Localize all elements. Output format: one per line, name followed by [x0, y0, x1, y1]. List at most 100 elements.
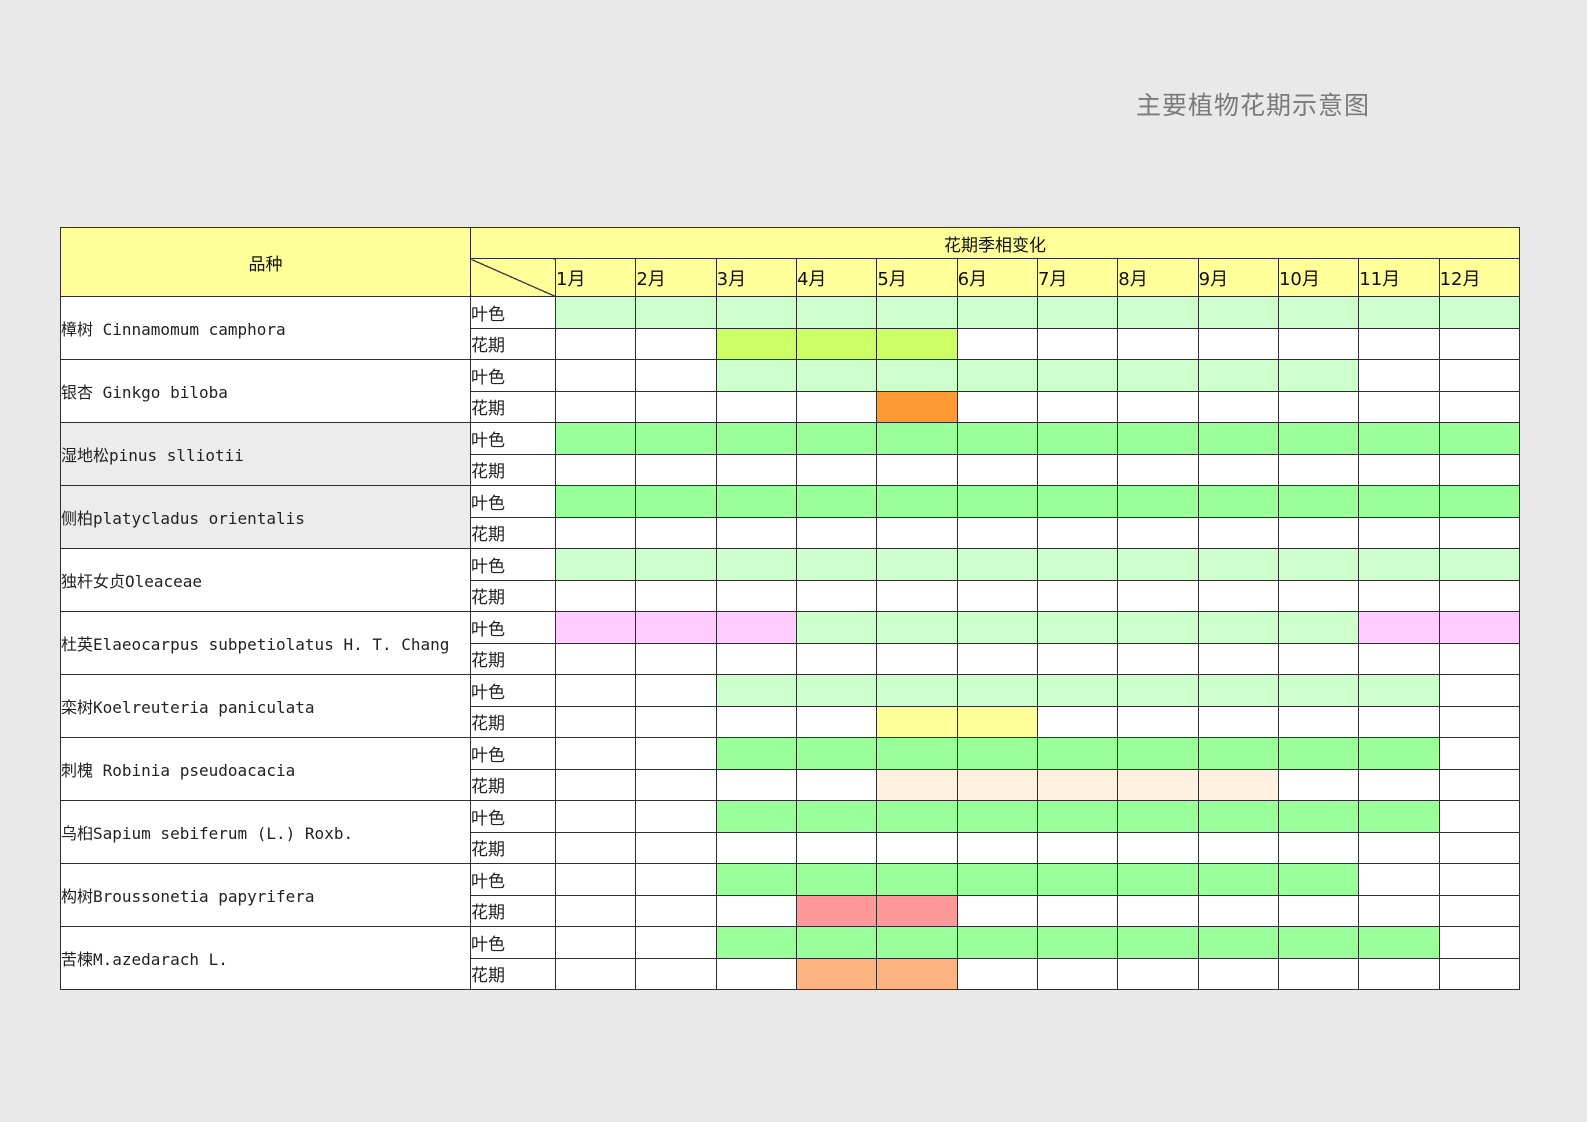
leaf-color-cell: [1358, 737, 1440, 770]
flowering-cell: [715, 516, 797, 549]
leaf-color-cell: [956, 296, 1038, 329]
flowering-cell: [715, 642, 797, 675]
leaf-color-cell: [1036, 359, 1119, 392]
leaf-color-cell: [956, 611, 1038, 644]
leaf-color-cell: [956, 926, 1038, 959]
species-header: 品种: [60, 227, 471, 297]
flowering-cell: [715, 327, 797, 360]
flowering-cell: [1117, 642, 1199, 675]
flowering-cell: [1277, 516, 1360, 549]
leaf-color-cell: [876, 422, 958, 455]
flowering-cell: [1197, 894, 1279, 927]
flowering-cell: [1438, 327, 1520, 360]
leaf-color-cell: [635, 674, 717, 707]
month-header: 6月: [956, 258, 1038, 297]
leaf-color-cell: [1358, 863, 1440, 896]
flowering-cell: [635, 327, 717, 360]
table-row: 苦楝M.azedarach L. 叶色: [60, 926, 1520, 990]
flowering-cell: [795, 705, 878, 738]
flowering-cell: [1277, 579, 1360, 612]
flowering-cell: [1197, 957, 1279, 990]
leaf-color-cell: [1117, 296, 1199, 329]
leaf-color-cell: [635, 359, 717, 392]
table-row: 乌桕Sapium sebiferum (L.) Roxb. 叶色: [60, 800, 1520, 864]
table-row: 独杆女贞Oleaceae 叶色: [60, 548, 1520, 612]
flowering-cell: [1277, 831, 1360, 864]
flowering-cell: [1197, 579, 1279, 612]
flowering-cell: [635, 579, 717, 612]
table-row: 杜英Elaeocarpus subpetiolatus H. T. Chang 叶…: [60, 611, 1520, 675]
flowering-label: 花期: [470, 957, 556, 990]
flowering-label: 花期: [470, 768, 556, 801]
flowering-cell: [795, 579, 878, 612]
leaf-color-cell: [876, 674, 958, 707]
leaf-color-label: 叶色: [470, 863, 556, 896]
flowering-cell: [1197, 516, 1279, 549]
flowering-cell: [635, 768, 717, 801]
flowering-label: 花期: [470, 642, 556, 675]
leaf-color-cell: [635, 422, 717, 455]
leaf-color-cell: [1358, 548, 1440, 581]
flowering-cell: [1277, 390, 1360, 423]
flowering-cell: [1438, 831, 1520, 864]
flowering-cell: [876, 642, 958, 675]
leaf-color-cell: [1197, 674, 1279, 707]
flowering-cell: [1277, 453, 1360, 486]
leaf-color-cell: [795, 611, 878, 644]
table-row: 樟树 Cinnamomum camphora 叶色: [60, 296, 1520, 360]
leaf-color-cell: [956, 674, 1038, 707]
flowering-cell: [1036, 516, 1119, 549]
flowering-cell: [635, 453, 717, 486]
leaf-color-cell: [876, 737, 958, 770]
leaf-color-cell: [1036, 548, 1119, 581]
flowering-cell: [1438, 579, 1520, 612]
leaf-color-cell: [1197, 485, 1279, 518]
flowering-cell: [554, 957, 637, 990]
flowering-cell: [1438, 768, 1520, 801]
leaf-color-cell: [795, 422, 878, 455]
flowering-cell: [1117, 894, 1199, 927]
flowering-cell: [956, 894, 1038, 927]
flowering-chart-table: 品种 花期季相变化 1月 2月 3月 4月 5月 6月 7月 8月 9月 10月 11月 12月 樟树…: [60, 227, 1520, 990]
flowering-cell: [876, 894, 958, 927]
flowering-cell: [956, 768, 1038, 801]
flowering-cell: [1358, 390, 1440, 423]
flowering-cell: [876, 768, 958, 801]
leaf-color-cell: [876, 296, 958, 329]
leaf-color-cell: [715, 422, 797, 455]
leaf-color-cell: [1117, 737, 1199, 770]
flowering-cell: [715, 894, 797, 927]
month-header: 1月: [554, 258, 637, 297]
leaf-color-cell: [554, 800, 637, 833]
leaf-color-cell: [715, 296, 797, 329]
species-name: 杜英Elaeocarpus subpetiolatus H. T. Chang: [60, 611, 471, 675]
flowering-label: 花期: [470, 894, 556, 927]
flowering-cell: [1117, 390, 1199, 423]
leaf-color-cell: [1358, 674, 1440, 707]
leaf-color-cell: [1438, 548, 1520, 581]
leaf-color-cell: [1438, 926, 1520, 959]
table-row: 银杏 Ginkgo biloba 叶色: [60, 359, 1520, 423]
leaf-color-cell: [1036, 422, 1119, 455]
leaf-color-cell: [956, 422, 1038, 455]
leaf-color-label: 叶色: [470, 422, 556, 455]
flowering-cell: [1117, 831, 1199, 864]
flowering-cell: [554, 579, 637, 612]
leaf-color-cell: [715, 611, 797, 644]
flowering-cell: [1358, 957, 1440, 990]
flowering-cell: [795, 516, 878, 549]
leaf-color-cell: [715, 863, 797, 896]
flowering-cell: [1036, 579, 1119, 612]
flowering-cell: [1277, 894, 1360, 927]
flowering-cell: [1117, 579, 1199, 612]
flowering-cell: [956, 516, 1038, 549]
leaf-color-cell: [1277, 611, 1360, 644]
leaf-color-cell: [1036, 737, 1119, 770]
leaf-color-cell: [554, 359, 637, 392]
leaf-color-cell: [956, 737, 1038, 770]
flowering-cell: [956, 957, 1038, 990]
period-header: 花期季相变化: [470, 227, 1520, 259]
leaf-color-label: 叶色: [470, 359, 556, 392]
flowering-cell: [876, 390, 958, 423]
flowering-cell: [1358, 327, 1440, 360]
